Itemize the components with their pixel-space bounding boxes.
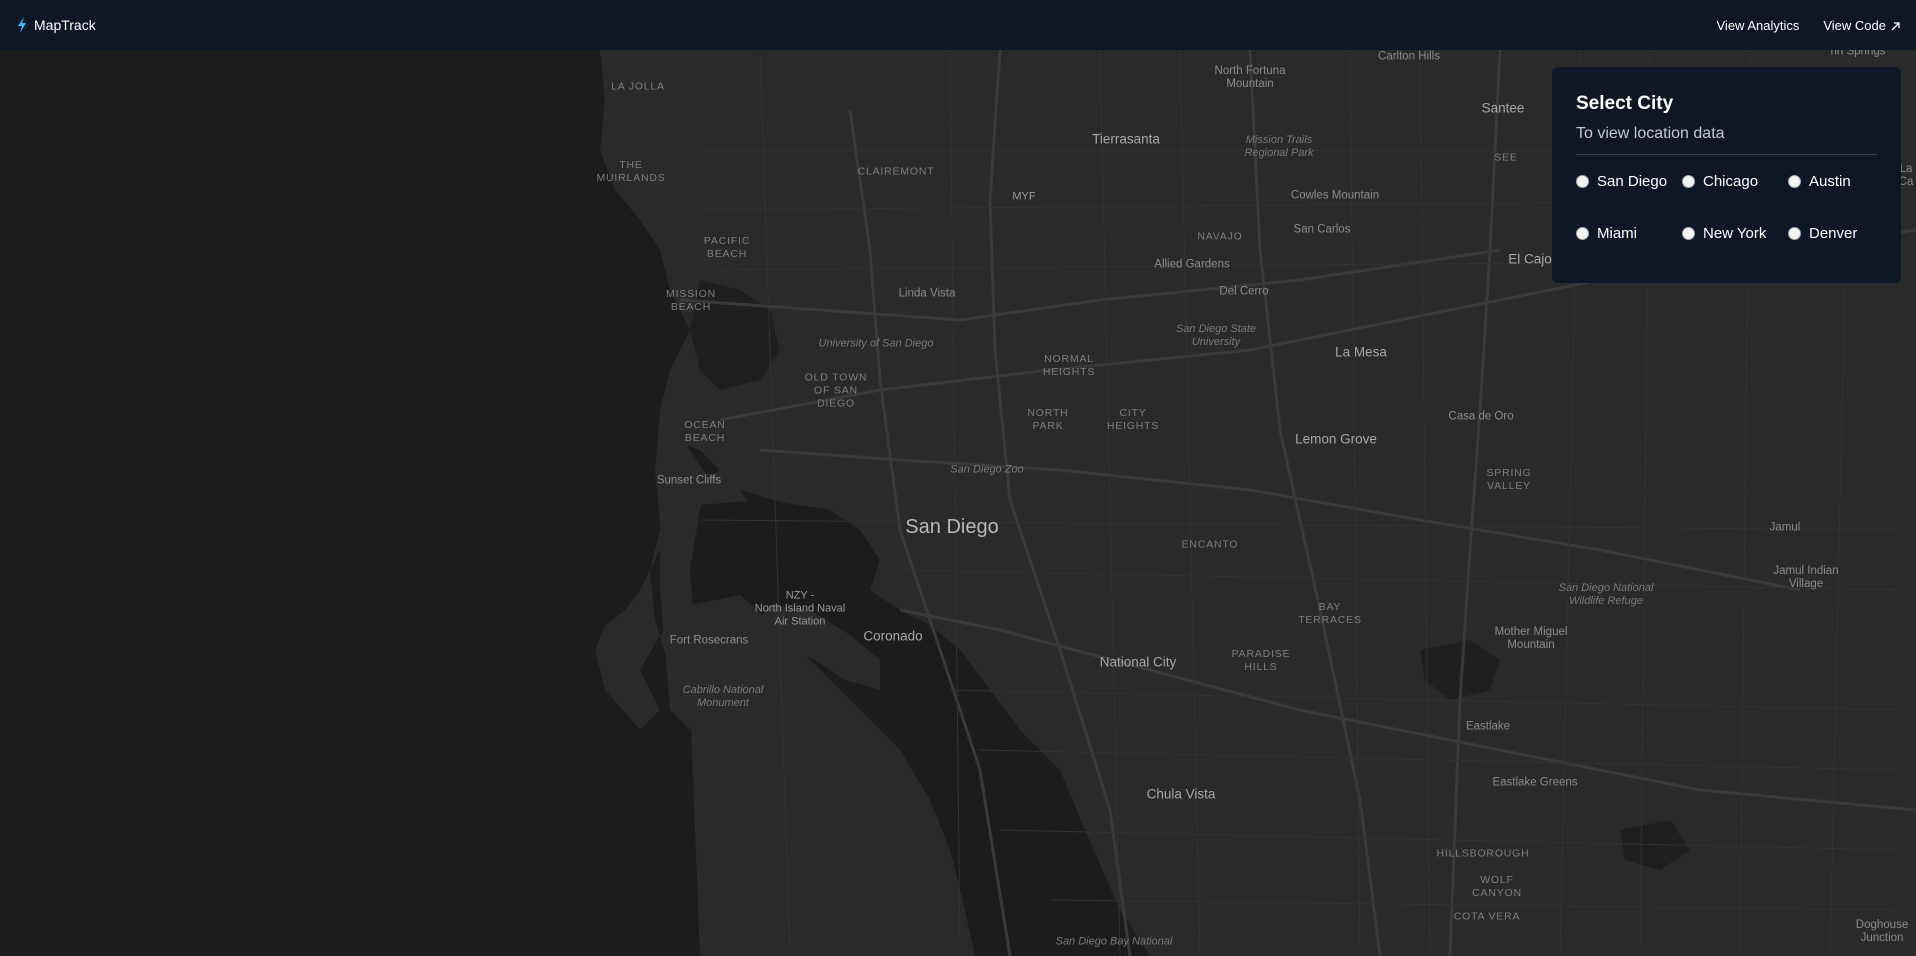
view-analytics-link[interactable]: View Analytics: [1717, 18, 1800, 33]
city-option-miami[interactable]: Miami: [1576, 215, 1682, 251]
city-option-label: New York: [1703, 224, 1767, 242]
city-option-austin[interactable]: Austin: [1788, 163, 1894, 199]
city-option-label: Miami: [1597, 224, 1637, 242]
lightning-bolt-icon: [15, 16, 29, 34]
city-selector-panel: Select City To view location data San Di…: [1552, 67, 1901, 283]
panel-divider: [1576, 154, 1877, 155]
city-radio-group: San Diego Chicago Austin Miami New York …: [1576, 163, 1877, 267]
city-option-denver[interactable]: Denver: [1788, 215, 1894, 251]
panel-subtitle: To view location data: [1576, 125, 1725, 142]
city-option-label: Chicago: [1703, 172, 1759, 190]
brand-name: MapTrack: [34, 17, 96, 33]
city-option-new-york[interactable]: New York: [1682, 215, 1788, 251]
view-code-link[interactable]: View Code: [1823, 18, 1901, 33]
city-option-san-diego[interactable]: San Diego: [1576, 163, 1682, 199]
top-navbar: MapTrack View Analytics View Code: [0, 0, 1916, 50]
city-option-label: Denver: [1809, 224, 1858, 242]
radio-button[interactable]: [1576, 174, 1589, 188]
city-option-label: San Diego: [1597, 172, 1668, 190]
city-option-chicago[interactable]: Chicago: [1682, 163, 1788, 199]
view-code-label: View Code: [1823, 17, 1886, 33]
view-analytics-label: View Analytics: [1716, 17, 1800, 33]
city-option-label: Austin: [1809, 172, 1851, 190]
external-link-arrow-icon: [1890, 20, 1901, 31]
radio-button[interactable]: [1788, 226, 1801, 240]
radio-button[interactable]: [1682, 226, 1695, 240]
brand-logo-link[interactable]: MapTrack: [15, 16, 96, 34]
radio-button[interactable]: [1788, 174, 1801, 188]
radio-button[interactable]: [1576, 226, 1589, 240]
panel-title: Select City: [1576, 93, 1674, 114]
radio-button[interactable]: [1682, 174, 1695, 188]
nav-links: View Analytics View Code: [1693, 18, 1902, 33]
